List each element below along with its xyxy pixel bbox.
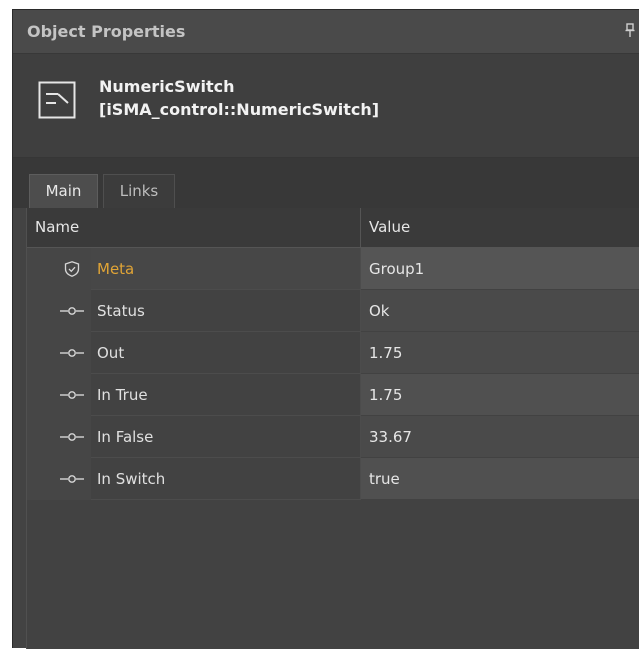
property-name: Status bbox=[91, 290, 361, 332]
table-row-in-true[interactable]: In True 1.75 bbox=[27, 374, 639, 416]
properties-table: Name Value Meta Group1 Status Ok Out 1.7… bbox=[26, 208, 639, 649]
table-row-status[interactable]: Status Ok bbox=[27, 290, 639, 332]
property-value[interactable]: Ok bbox=[361, 290, 639, 332]
tab-links[interactable]: Links bbox=[103, 174, 175, 208]
property-name: Out bbox=[91, 332, 361, 374]
property-name: In False bbox=[91, 416, 361, 458]
component-header: NumericSwitch [iSMA_control::NumericSwit… bbox=[13, 54, 639, 158]
component-type: [iSMA_control::NumericSwitch] bbox=[99, 100, 380, 119]
panel-title-bar: Object Properties bbox=[13, 10, 639, 54]
property-name: In Switch bbox=[91, 458, 361, 500]
property-value[interactable]: true bbox=[361, 458, 639, 500]
slot-link-icon bbox=[59, 429, 85, 445]
table-rows: Meta Group1 Status Ok Out 1.75 In True 1… bbox=[27, 248, 639, 500]
slot-link-icon bbox=[59, 471, 85, 487]
property-value[interactable]: 1.75 bbox=[361, 332, 639, 374]
panel-title: Object Properties bbox=[27, 22, 186, 41]
pin-icon[interactable] bbox=[625, 23, 635, 39]
table-row-meta[interactable]: Meta Group1 bbox=[27, 248, 639, 290]
object-properties-panel: Object Properties NumericSwitch [iSMA_co… bbox=[12, 9, 639, 649]
property-value[interactable]: Group1 bbox=[361, 248, 639, 290]
component-name: NumericSwitch bbox=[99, 77, 235, 96]
property-value[interactable]: 1.75 bbox=[361, 374, 639, 416]
slot-link-icon bbox=[59, 303, 85, 319]
column-header-value[interactable]: Value bbox=[361, 208, 639, 248]
numeric-switch-icon bbox=[38, 81, 76, 119]
tab-main[interactable]: Main bbox=[29, 174, 98, 208]
tabs-bar: Main Links bbox=[13, 158, 639, 208]
slot-link-icon bbox=[59, 387, 85, 403]
property-value[interactable]: 33.67 bbox=[361, 416, 639, 458]
column-header-name[interactable]: Name bbox=[27, 208, 361, 248]
slot-link-icon bbox=[59, 345, 85, 361]
table-row-in-false[interactable]: In False 33.67 bbox=[27, 416, 639, 458]
table-row-in-switch[interactable]: In Switch true bbox=[27, 458, 639, 500]
property-name: In True bbox=[91, 374, 361, 416]
table-row-out[interactable]: Out 1.75 bbox=[27, 332, 639, 374]
shield-icon bbox=[59, 261, 85, 277]
property-name: Meta bbox=[91, 248, 361, 290]
